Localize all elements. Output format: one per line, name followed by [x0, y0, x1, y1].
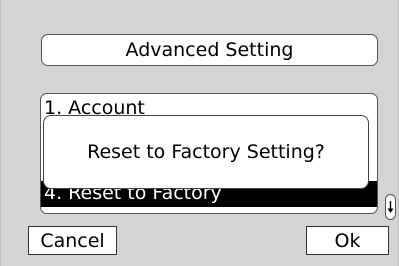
cancel-button[interactable]: Cancel	[28, 226, 117, 255]
scroll-down-indicator[interactable]	[385, 194, 396, 220]
phone-screen: Advanced Setting 1. Account 4. Reset to …	[0, 0, 399, 266]
ok-button-label: Ok	[334, 229, 361, 252]
down-arrow-icon	[387, 201, 394, 213]
ok-button[interactable]: Ok	[306, 226, 389, 255]
confirm-dialog: Reset to Factory Setting?	[43, 115, 369, 189]
cancel-button-label: Cancel	[40, 229, 105, 252]
dialog-message: Reset to Factory Setting?	[87, 141, 325, 163]
page-title-box: Advanced Setting	[41, 34, 378, 66]
page-title: Advanced Setting	[125, 39, 294, 61]
